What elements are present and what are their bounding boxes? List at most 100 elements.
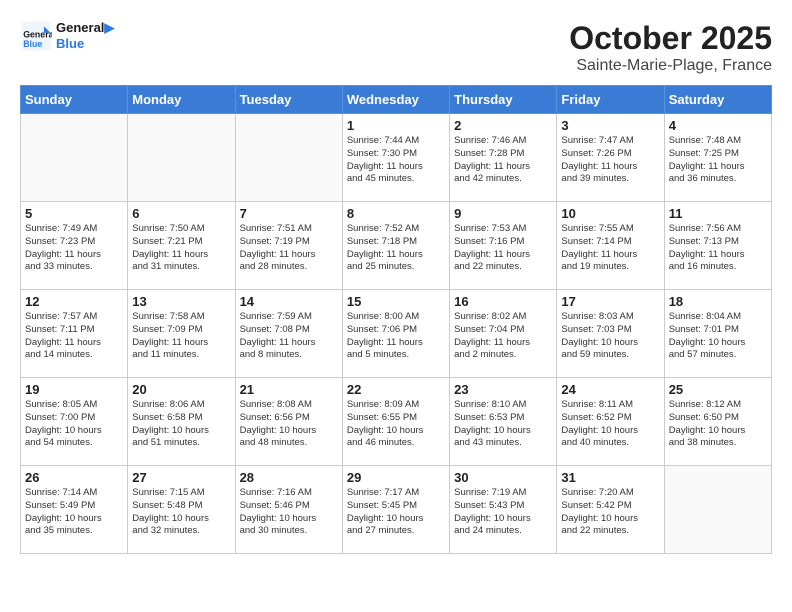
calendar-cell: 30 Sunrise: 7:19 AM Sunset: 5:43 PM Dayli… [450,466,557,554]
calendar-cell: 27 Sunrise: 7:15 AM Sunset: 5:48 PM Dayli… [128,466,235,554]
calendar-cell: 19 Sunrise: 8:05 AM Sunset: 7:00 PM Dayli… [21,378,128,466]
weekday-header: Sunday [21,86,128,114]
day-number: 28 [240,470,338,485]
calendar-cell: 12 Sunrise: 7:57 AM Sunset: 7:11 PM Dayli… [21,290,128,378]
calendar-cell: 15Sunrise: 8:00 AM Sunset: 7:06 PM Dayli… [342,290,449,378]
day-number: 14 [240,294,338,309]
day-number: 23 [454,382,552,397]
day-details: Sunrise: 8:05 AM Sunset: 7:00 PM Dayligh… [25,399,123,450]
calendar-week-row: 1 Sunrise: 7:44 AM Sunset: 7:30 PM Daylig… [21,114,772,202]
calendar-cell: 3Sunrise: 7:47 AM Sunset: 7:26 PM Daylig… [557,114,664,202]
day-number: 13 [132,294,230,309]
svg-text:Blue: Blue [23,39,42,49]
calendar-cell [128,114,235,202]
calendar-cell: 6 Sunrise: 7:50 AM Sunset: 7:21 PM Daylig… [128,202,235,290]
day-number: 12 [25,294,123,309]
day-details: Sunrise: 8:10 AM Sunset: 6:53 PM Dayligh… [454,399,552,450]
day-details: Sunrise: 7:14 AM Sunset: 5:49 PM Dayligh… [25,487,123,538]
location-subtitle: Sainte-Marie-Plage, France [569,57,772,75]
day-details: Sunrise: 7:17 AM Sunset: 5:45 PM Dayligh… [347,487,445,538]
calendar-cell: 31 Sunrise: 7:20 AM Sunset: 5:42 PM Dayli… [557,466,664,554]
day-details: Sunrise: 7:55 AM Sunset: 7:14 PM Dayligh… [561,223,659,274]
day-details: Sunrise: 8:06 AM Sunset: 6:58 PM Dayligh… [132,399,230,450]
calendar-cell: 20Sunrise: 8:06 AM Sunset: 6:58 PM Dayli… [128,378,235,466]
weekday-header: Tuesday [235,86,342,114]
day-details: Sunrise: 7:47 AM Sunset: 7:26 PM Dayligh… [561,135,659,186]
calendar-header-row: SundayMondayTuesdayWednesdayThursdayFrid… [21,86,772,114]
day-number: 6 [132,206,230,221]
day-number: 5 [25,206,123,221]
day-details: Sunrise: 8:03 AM Sunset: 7:03 PM Dayligh… [561,311,659,362]
calendar-cell [664,466,771,554]
calendar-week-row: 26 Sunrise: 7:14 AM Sunset: 5:49 PM Dayli… [21,466,772,554]
day-details: Sunrise: 8:04 AM Sunset: 7:01 PM Dayligh… [669,311,767,362]
calendar-cell: 11Sunrise: 7:56 AM Sunset: 7:13 PM Dayli… [664,202,771,290]
calendar-cell: 24 Sunrise: 8:11 AM Sunset: 6:52 PM Dayli… [557,378,664,466]
calendar-cell: 10 Sunrise: 7:55 AM Sunset: 7:14 PM Dayli… [557,202,664,290]
day-number: 7 [240,206,338,221]
day-details: Sunrise: 7:15 AM Sunset: 5:48 PM Dayligh… [132,487,230,538]
calendar-week-row: 19 Sunrise: 8:05 AM Sunset: 7:00 PM Dayli… [21,378,772,466]
day-details: Sunrise: 7:53 AM Sunset: 7:16 PM Dayligh… [454,223,552,274]
day-details: Sunrise: 7:57 AM Sunset: 7:11 PM Dayligh… [25,311,123,362]
day-details: Sunrise: 7:48 AM Sunset: 7:25 PM Dayligh… [669,135,767,186]
day-details: Sunrise: 7:44 AM Sunset: 7:30 PM Dayligh… [347,135,445,186]
title-block: October 2025 Sainte-Marie-Plage, France [569,20,772,75]
page-header: General Blue General▶ Blue October 2025 … [20,20,772,75]
day-number: 2 [454,118,552,133]
day-details: Sunrise: 8:12 AM Sunset: 6:50 PM Dayligh… [669,399,767,450]
day-number: 31 [561,470,659,485]
day-number: 19 [25,382,123,397]
calendar-cell: 17 Sunrise: 8:03 AM Sunset: 7:03 PM Dayli… [557,290,664,378]
calendar-cell: 7 Sunrise: 7:51 AM Sunset: 7:19 PM Daylig… [235,202,342,290]
logo-icon: General Blue [20,20,52,52]
calendar-cell: 8Sunrise: 7:52 AM Sunset: 7:18 PM Daylig… [342,202,449,290]
calendar-cell: 16 Sunrise: 8:02 AM Sunset: 7:04 PM Dayli… [450,290,557,378]
calendar-cell: 26 Sunrise: 7:14 AM Sunset: 5:49 PM Dayli… [21,466,128,554]
day-number: 30 [454,470,552,485]
day-details: Sunrise: 8:02 AM Sunset: 7:04 PM Dayligh… [454,311,552,362]
day-number: 1 [347,118,445,133]
day-details: Sunrise: 7:19 AM Sunset: 5:43 PM Dayligh… [454,487,552,538]
day-details: Sunrise: 7:16 AM Sunset: 5:46 PM Dayligh… [240,487,338,538]
day-number: 8 [347,206,445,221]
weekday-header: Wednesday [342,86,449,114]
day-number: 9 [454,206,552,221]
month-title: October 2025 [569,20,772,57]
calendar-week-row: 12 Sunrise: 7:57 AM Sunset: 7:11 PM Dayli… [21,290,772,378]
calendar-cell: 21 Sunrise: 8:08 AM Sunset: 6:56 PM Dayli… [235,378,342,466]
calendar-cell: 18 Sunrise: 8:04 AM Sunset: 7:01 PM Dayli… [664,290,771,378]
day-number: 18 [669,294,767,309]
day-number: 24 [561,382,659,397]
logo: General Blue General▶ Blue [20,20,114,52]
day-number: 21 [240,382,338,397]
day-number: 15 [347,294,445,309]
calendar-table: SundayMondayTuesdayWednesdayThursdayFrid… [20,85,772,554]
day-number: 10 [561,206,659,221]
day-number: 26 [25,470,123,485]
day-details: Sunrise: 8:08 AM Sunset: 6:56 PM Dayligh… [240,399,338,450]
calendar-cell [21,114,128,202]
day-details: Sunrise: 8:11 AM Sunset: 6:52 PM Dayligh… [561,399,659,450]
day-number: 4 [669,118,767,133]
calendar-week-row: 5Sunrise: 7:49 AM Sunset: 7:23 PM Daylig… [21,202,772,290]
day-number: 22 [347,382,445,397]
day-details: Sunrise: 7:58 AM Sunset: 7:09 PM Dayligh… [132,311,230,362]
calendar-cell: 28 Sunrise: 7:16 AM Sunset: 5:46 PM Dayli… [235,466,342,554]
day-number: 17 [561,294,659,309]
calendar-cell: 4 Sunrise: 7:48 AM Sunset: 7:25 PM Daylig… [664,114,771,202]
calendar-cell: 2Sunrise: 7:46 AM Sunset: 7:28 PM Daylig… [450,114,557,202]
day-details: Sunrise: 7:59 AM Sunset: 7:08 PM Dayligh… [240,311,338,362]
day-details: Sunrise: 7:20 AM Sunset: 5:42 PM Dayligh… [561,487,659,538]
day-details: Sunrise: 7:51 AM Sunset: 7:19 PM Dayligh… [240,223,338,274]
calendar-cell: 23 Sunrise: 8:10 AM Sunset: 6:53 PM Dayli… [450,378,557,466]
calendar-cell: 29 Sunrise: 7:17 AM Sunset: 5:45 PM Dayli… [342,466,449,554]
day-number: 27 [132,470,230,485]
calendar-cell [235,114,342,202]
day-number: 16 [454,294,552,309]
day-number: 29 [347,470,445,485]
weekday-header: Monday [128,86,235,114]
day-number: 11 [669,206,767,221]
day-details: Sunrise: 7:50 AM Sunset: 7:21 PM Dayligh… [132,223,230,274]
calendar-cell: 22Sunrise: 8:09 AM Sunset: 6:55 PM Dayli… [342,378,449,466]
